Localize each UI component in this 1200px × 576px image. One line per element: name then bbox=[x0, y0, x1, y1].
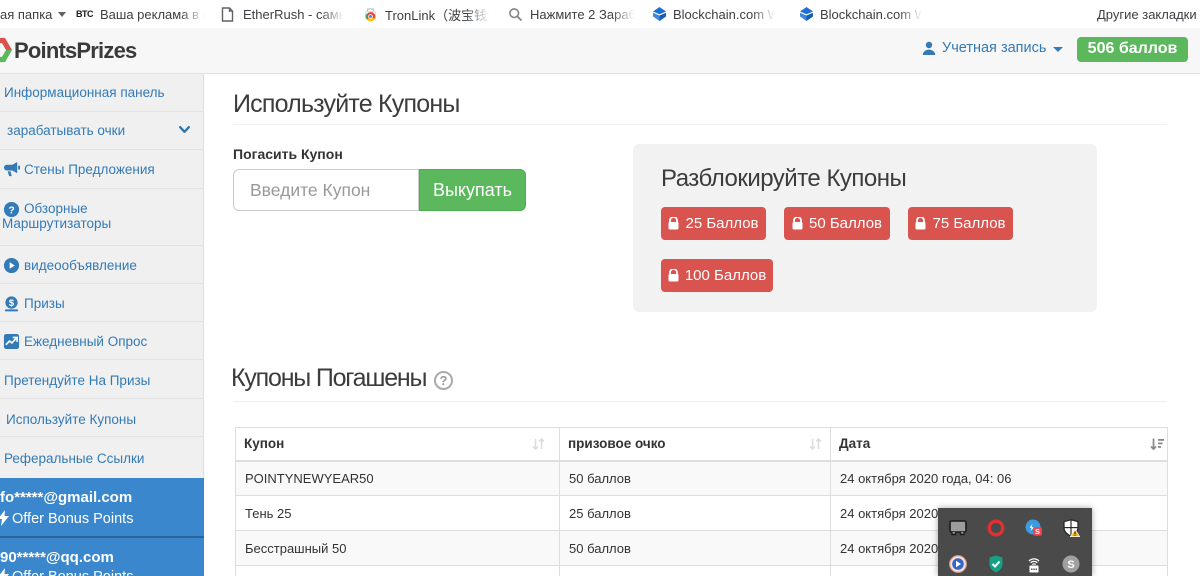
svg-text:S: S bbox=[1067, 559, 1074, 571]
svg-text:$: $ bbox=[9, 298, 15, 309]
svg-text:?: ? bbox=[8, 205, 14, 216]
svg-text:S: S bbox=[1035, 527, 1040, 536]
